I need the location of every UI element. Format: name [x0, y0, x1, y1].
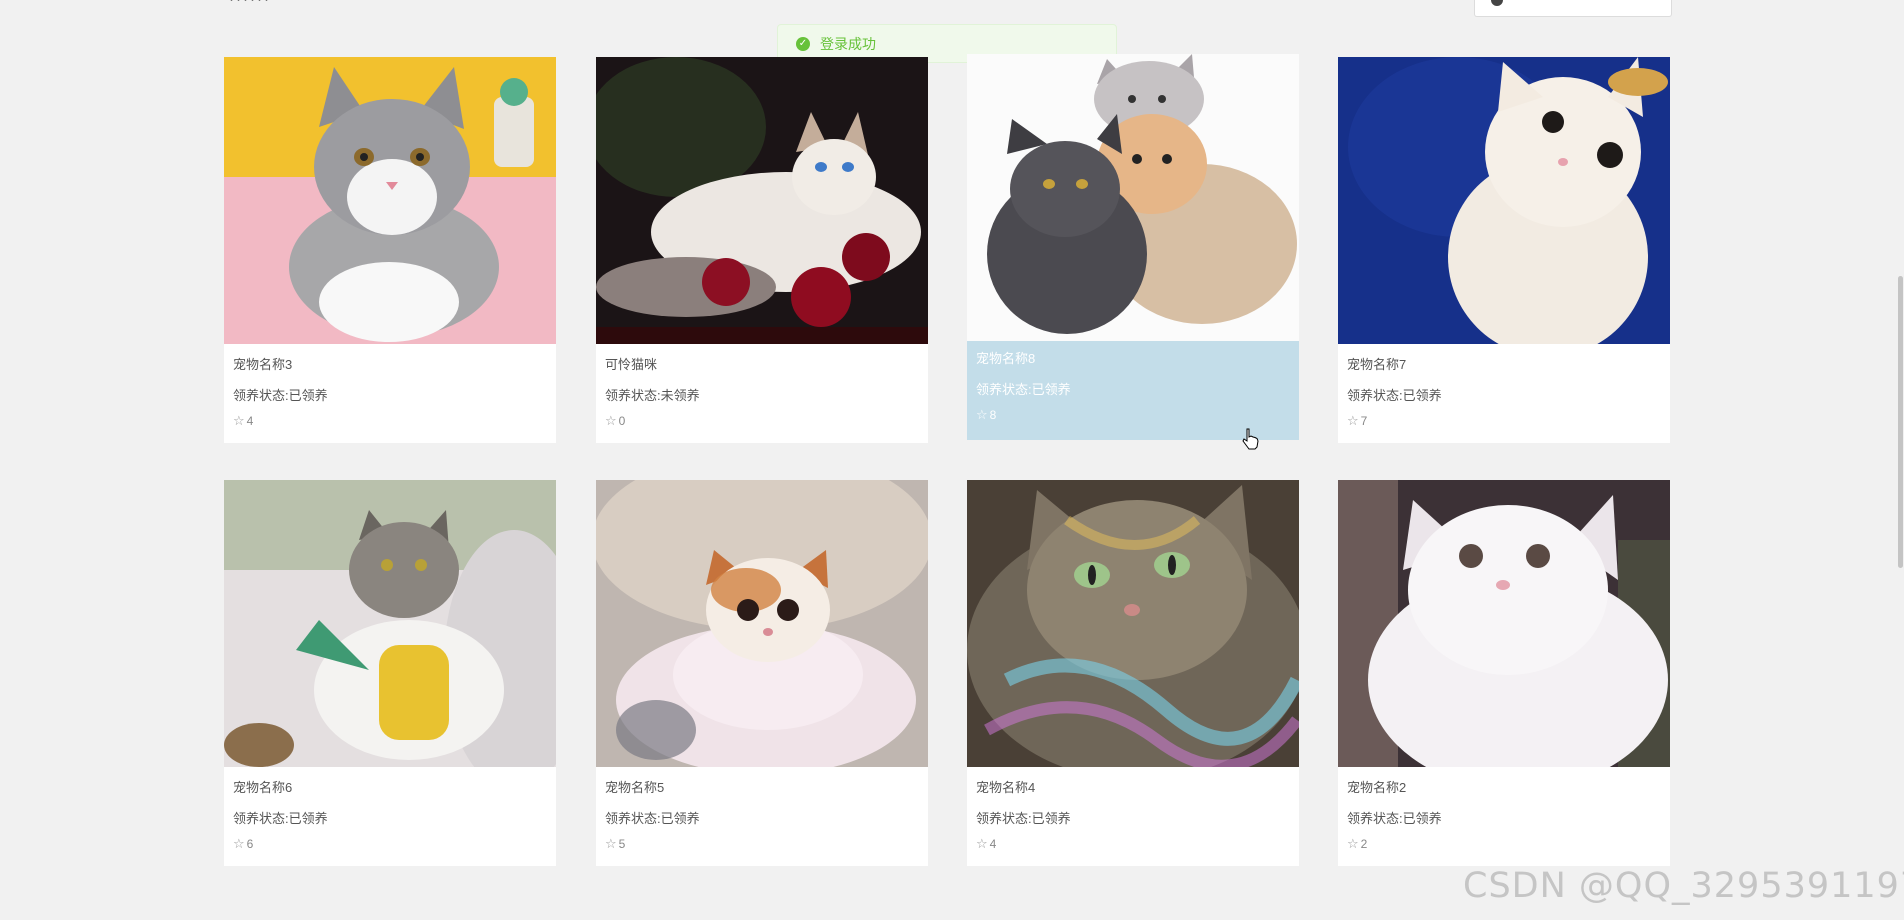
star-icon: ☆: [1347, 836, 1359, 851]
star-icon: ☆: [1347, 413, 1359, 428]
star-icon: ☆: [976, 407, 988, 422]
adoption-status: 领养状态:已领养: [976, 382, 1071, 397]
star-icon: ☆: [233, 836, 245, 851]
vertical-scrollbar[interactable]: [1896, 0, 1904, 920]
like-number: 4: [989, 837, 997, 851]
page-heading-partial: ······: [229, 0, 271, 8]
user-dropdown[interactable]: [1474, 0, 1672, 17]
user-avatar-icon: [1491, 0, 1503, 6]
adoption-status: 领养状态:已领养: [233, 811, 328, 826]
adoption-status: 领养状态:已领养: [605, 811, 700, 826]
pet-photo[interactable]: [596, 57, 928, 344]
star-icon: ☆: [233, 413, 245, 428]
pet-photo[interactable]: [967, 54, 1299, 341]
like-count[interactable]: ☆ 4: [233, 413, 253, 429]
pet-name: 宠物名称7: [1347, 357, 1407, 372]
pet-name: 宠物名称3: [233, 357, 293, 372]
pet-card-1[interactable]: 宠物名称3 领养状态:已领养 ☆ 4: [224, 57, 556, 443]
pet-name: 宠物名称5: [605, 780, 665, 795]
pet-photo[interactable]: [967, 480, 1299, 767]
pet-card-3[interactable]: 宠物名称8 领养状态:已领养 ☆ 8: [967, 54, 1299, 440]
hand-pointer-cursor-icon: [1242, 428, 1260, 450]
pet-name: 宠物名称4: [976, 780, 1036, 795]
like-number: 4: [246, 414, 254, 428]
like-count[interactable]: ☆ 4: [976, 836, 996, 852]
like-number: 2: [1360, 837, 1368, 851]
pet-card-8[interactable]: 宠物名称2 领养状态:已领养 ☆ 2: [1338, 480, 1670, 866]
pet-name: 宠物名称6: [233, 780, 293, 795]
like-count[interactable]: ☆ 5: [605, 836, 625, 852]
like-count[interactable]: ☆ 7: [1347, 413, 1367, 429]
watermark: CSDN @QQ_3295391197: [1463, 866, 1904, 906]
adoption-status: 领养状态:未领养: [605, 388, 700, 403]
adoption-status: 领养状态:已领养: [976, 811, 1071, 826]
like-count[interactable]: ☆ 8: [976, 407, 996, 423]
adoption-status: 领养状态:已领养: [233, 388, 328, 403]
adoption-status: 领养状态:已领养: [1347, 811, 1442, 826]
pet-name: 宠物名称8: [976, 351, 1036, 366]
pet-card-5[interactable]: 宠物名称6 领养状态:已领养 ☆ 6: [224, 480, 556, 866]
like-number: 5: [618, 837, 626, 851]
like-number: 7: [1360, 414, 1368, 428]
like-number: 6: [246, 837, 254, 851]
pet-card-6[interactable]: 宠物名称5 领养状态:已领养 ☆ 5: [596, 480, 928, 866]
like-number: 0: [618, 414, 626, 428]
pet-name: 可怜猫咪: [605, 357, 658, 372]
like-count[interactable]: ☆ 6: [233, 836, 253, 852]
pet-photo[interactable]: [224, 480, 556, 767]
star-icon: ☆: [605, 836, 617, 851]
like-count[interactable]: ☆ 2: [1347, 836, 1367, 852]
toast-message: 登录成功: [820, 35, 876, 52]
check-circle-icon: ✓: [796, 36, 810, 51]
like-count[interactable]: ☆ 0: [605, 413, 625, 429]
pet-card-4[interactable]: 宠物名称7 领养状态:已领养 ☆ 7: [1338, 57, 1670, 443]
star-icon: ☆: [605, 413, 617, 428]
pet-name: 宠物名称2: [1347, 780, 1407, 795]
pet-photo[interactable]: [596, 480, 928, 767]
like-number: 8: [989, 408, 997, 422]
pet-photo[interactable]: [1338, 480, 1670, 767]
scrollbar-thumb[interactable]: [1898, 276, 1903, 568]
pet-photo[interactable]: [224, 57, 556, 344]
pet-photo[interactable]: [1338, 57, 1670, 344]
adoption-status: 领养状态:已领养: [1347, 388, 1442, 403]
star-icon: ☆: [976, 836, 988, 851]
pet-card-2[interactable]: 可怜猫咪 领养状态:未领养 ☆ 0: [596, 57, 928, 443]
pet-card-7[interactable]: 宠物名称4 领养状态:已领养 ☆ 4: [967, 480, 1299, 866]
